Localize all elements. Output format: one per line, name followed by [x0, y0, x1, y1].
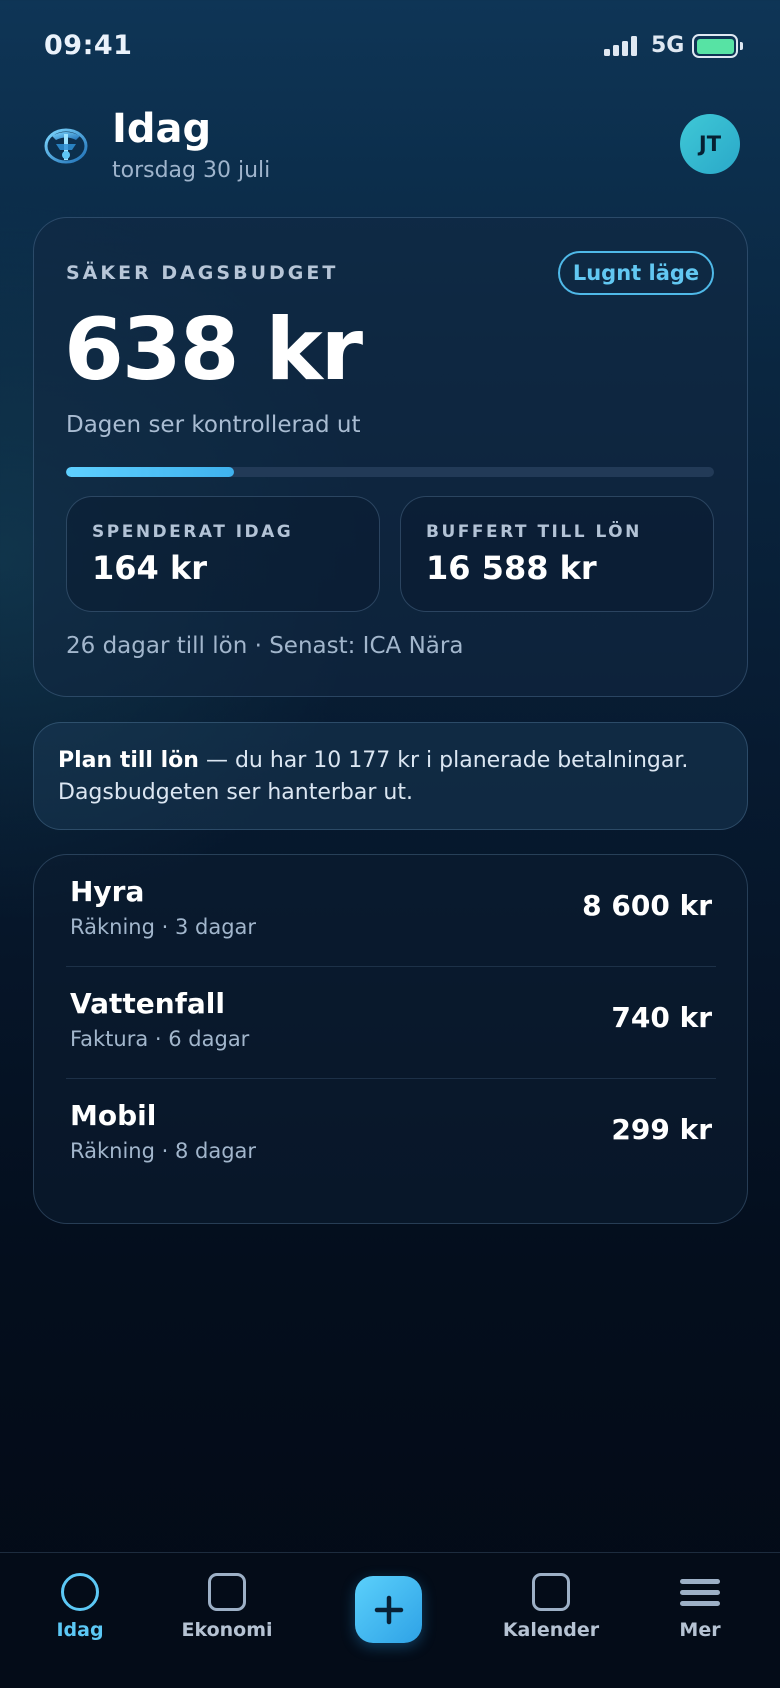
square-icon	[532, 1573, 570, 1611]
bill-row[interactable]: Mobil Räkning · 8 dagar 299 kr	[66, 1079, 716, 1191]
bill-row[interactable]: Vattenfall Faktura · 6 dagar 740 kr	[66, 967, 716, 1079]
nav-item-ekonomi[interactable]: Ekonomi	[167, 1553, 287, 1688]
plan-title: Plan till lön	[58, 748, 199, 773]
budget-status-text: Dagen ser kontrollerad ut	[66, 412, 361, 438]
plan-banner[interactable]: Plan till lön — du har 10 177 kr i plane…	[33, 722, 748, 830]
upcoming-bills-card: Hyra Räkning · 3 dagar 8 600 kr Vattenfa…	[33, 854, 748, 1224]
nav-item-mer[interactable]: Mer	[640, 1553, 760, 1688]
bill-amount: 740 kr	[611, 1001, 712, 1034]
bill-name: Vattenfall	[70, 987, 225, 1020]
page-title: Idag	[112, 106, 212, 152]
square-icon	[208, 1573, 246, 1611]
budget-progress-bar	[66, 467, 714, 477]
nav-item-kalender[interactable]: Kalender	[491, 1553, 611, 1688]
bottom-nav: Idag Ekonomi Kalender Mer	[0, 1552, 780, 1688]
page-date: torsdag 30 juli	[112, 158, 271, 183]
buffer-tile: BUFFERT TILL LÖN 16 588 kr	[400, 496, 714, 612]
budget-label: SÄKER DAGSBUDGET	[66, 262, 339, 284]
buffer-label: BUFFERT TILL LÖN	[426, 522, 642, 542]
circle-icon	[61, 1573, 99, 1611]
battery-icon	[692, 34, 743, 58]
add-button[interactable]	[355, 1576, 422, 1643]
network-label: 5G	[651, 33, 685, 58]
bill-row[interactable]: Hyra Räkning · 3 dagar 8 600 kr	[66, 855, 716, 967]
nav-label: Ekonomi	[181, 1619, 273, 1641]
budget-amount: 638 kr	[64, 300, 363, 400]
bill-meta: Räkning · 3 dagar	[70, 915, 257, 939]
nav-item-idag[interactable]: Idag	[20, 1553, 140, 1688]
spent-today-tile: SPENDERAT IDAG 164 kr	[66, 496, 380, 612]
nav-label: Idag	[56, 1619, 104, 1641]
menu-icon	[680, 1579, 720, 1607]
budget-progress-fill	[66, 467, 235, 477]
status-time: 09:41	[44, 30, 133, 61]
bill-amount: 8 600 kr	[582, 889, 712, 922]
daily-budget-card: SÄKER DAGSBUDGET Lugnt läge 638 kr Dagen…	[33, 217, 748, 697]
bill-name: Hyra	[70, 875, 145, 908]
bill-amount: 299 kr	[611, 1113, 712, 1146]
spent-value: 164 kr	[92, 549, 207, 587]
plus-icon	[374, 1595, 403, 1624]
buffer-value: 16 588 kr	[426, 549, 597, 587]
spent-label: SPENDERAT IDAG	[92, 522, 294, 542]
signal-icon	[604, 36, 638, 56]
bill-name: Mobil	[70, 1099, 157, 1132]
shield-logo-icon	[42, 120, 90, 168]
nav-label: Kalender	[502, 1619, 600, 1641]
mode-badge[interactable]: Lugnt läge	[558, 251, 714, 295]
nav-label: Mer	[679, 1619, 721, 1641]
bill-meta: Faktura · 6 dagar	[70, 1027, 250, 1051]
payday-footnote: 26 dagar till lön · Senast: ICA Nära	[66, 633, 464, 659]
bill-meta: Räkning · 8 dagar	[70, 1139, 257, 1163]
status-bar: 09:41 5G	[0, 0, 780, 92]
avatar[interactable]: JT	[680, 114, 740, 174]
